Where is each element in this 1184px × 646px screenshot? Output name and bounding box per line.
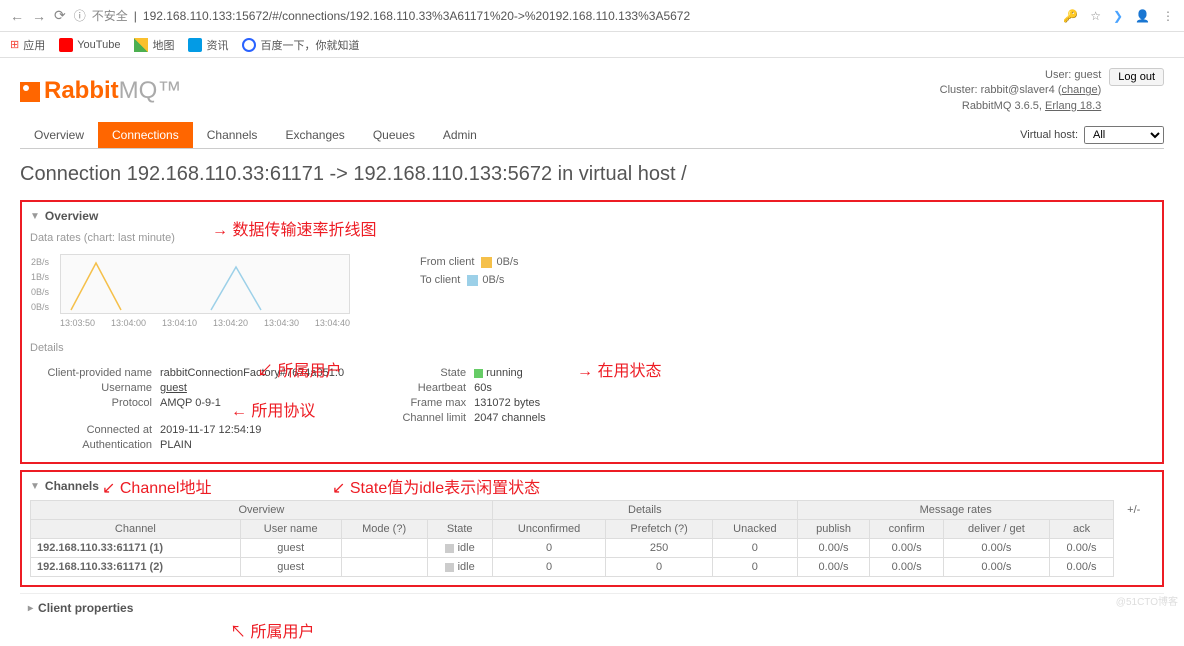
- table-row[interactable]: 192.168.110.33:61171 (1)guestidle 02500 …: [31, 539, 1154, 558]
- address-bar[interactable]: ⓘ 不安全 | 192.168.110.133:15672/#/connecti…: [74, 7, 1056, 24]
- change-cluster-link[interactable]: change: [1062, 84, 1098, 96]
- running-icon: [474, 369, 483, 378]
- columns-toggle[interactable]: +/-: [1114, 501, 1154, 520]
- chart-x-axis: 13:03:5013:04:0013:04:1013:04:2013:04:30…: [60, 318, 350, 328]
- chevron-right-icon: ▸: [28, 603, 33, 614]
- client-properties-section[interactable]: ▸Client properties: [20, 593, 1164, 622]
- data-rate-chart: 2B/s1B/s0B/s0B/s: [60, 254, 350, 314]
- star-icon[interactable]: ☆: [1090, 9, 1101, 23]
- details-label: Details: [30, 342, 1154, 354]
- bird-icon[interactable]: ❯: [1113, 9, 1123, 23]
- channels-header[interactable]: ▼Channels: [30, 476, 1154, 496]
- apps-link[interactable]: ⊞应用: [10, 37, 45, 53]
- channels-table: Overview Details Message rates +/- Chann…: [30, 500, 1154, 577]
- header-meta: User: guest Cluster: rabbit@slaver4 (cha…: [940, 68, 1102, 114]
- tab-channels[interactable]: Channels: [193, 122, 272, 148]
- chart-legend: From client 0B/s To client 0B/s: [420, 250, 518, 292]
- details-right: Staterunning Heartbeat60s Frame max13107…: [384, 364, 546, 454]
- vhost-label: Virtual host:: [1020, 129, 1078, 141]
- youtube-link[interactable]: YouTube: [59, 38, 120, 52]
- url-text: 192.168.110.133:15672/#/connections/192.…: [143, 9, 690, 23]
- page-header: RabbitMQ™ User: guest Cluster: rabbit@sl…: [20, 58, 1164, 114]
- logo-icon: [20, 82, 40, 102]
- baidu-link[interactable]: 百度一下，你就知道: [242, 37, 359, 53]
- channels-panel: ▼Channels ↙ Channel地址 ↙ State值为idle表示闲置状…: [20, 470, 1164, 587]
- profile-icon[interactable]: 👤: [1135, 9, 1150, 23]
- tab-connections[interactable]: Connections: [98, 122, 193, 148]
- news-link[interactable]: 资讯: [188, 37, 228, 53]
- tab-queues[interactable]: Queues: [359, 122, 429, 148]
- erlang-link[interactable]: Erlang 18.3: [1045, 100, 1101, 112]
- chevron-down-icon: ▼: [30, 211, 40, 222]
- overview-panel: ▼Overview → 数据传输速率折线图 Data rates (chart:…: [20, 200, 1164, 464]
- annotation-proto: ← 所用协议: [231, 397, 315, 421]
- table-header-groups: Overview Details Message rates +/-: [31, 501, 1154, 520]
- chevron-down-icon: ▼: [30, 481, 40, 492]
- data-rates-label: Data rates (chart: last minute): [30, 232, 1154, 244]
- menu-icon[interactable]: ⋮: [1162, 9, 1174, 23]
- chart-y-axis: 2B/s1B/s0B/s0B/s: [31, 255, 49, 315]
- forward-icon[interactable]: →: [32, 8, 46, 24]
- back-icon[interactable]: ←: [10, 8, 24, 24]
- details-left: Client-provided namerabbitConnectionFact…: [30, 364, 344, 454]
- table-header-cols: ChannelUser nameMode (?)State Unconfirme…: [31, 520, 1154, 539]
- info-icon: ⓘ: [74, 7, 86, 24]
- main-tabs: Overview Connections Channels Exchanges …: [20, 122, 1164, 149]
- tab-admin[interactable]: Admin: [429, 122, 491, 148]
- vhost-select[interactable]: All: [1084, 126, 1164, 144]
- overview-header[interactable]: ▼Overview: [30, 206, 1154, 226]
- tab-overview[interactable]: Overview: [20, 122, 98, 148]
- key-icon[interactable]: 🔑: [1063, 9, 1078, 23]
- browser-toolbar: ← → ⟳ ⓘ 不安全 | 192.168.110.133:15672/#/co…: [0, 0, 1184, 32]
- page-title: Connection 192.168.110.33:61171 -> 192.1…: [20, 163, 1164, 186]
- reload-icon[interactable]: ⟳: [54, 7, 66, 24]
- chart-svg: [61, 255, 351, 315]
- watermark: @51CTO博客: [1116, 593, 1178, 608]
- table-row[interactable]: 192.168.110.33:61171 (2)guestidle 000 0.…: [31, 558, 1154, 577]
- logo: RabbitMQ™: [20, 77, 181, 105]
- bookmark-bar: ⊞应用 YouTube 地图 资讯 百度一下，你就知道: [0, 32, 1184, 58]
- tab-exchanges[interactable]: Exchanges: [271, 122, 358, 148]
- insecure-label: 不安全: [92, 7, 128, 24]
- map-link[interactable]: 地图: [134, 37, 174, 53]
- browser-right: 🔑 ☆ ❯ 👤 ⋮: [1063, 9, 1174, 23]
- logout-button[interactable]: Log out: [1109, 68, 1164, 86]
